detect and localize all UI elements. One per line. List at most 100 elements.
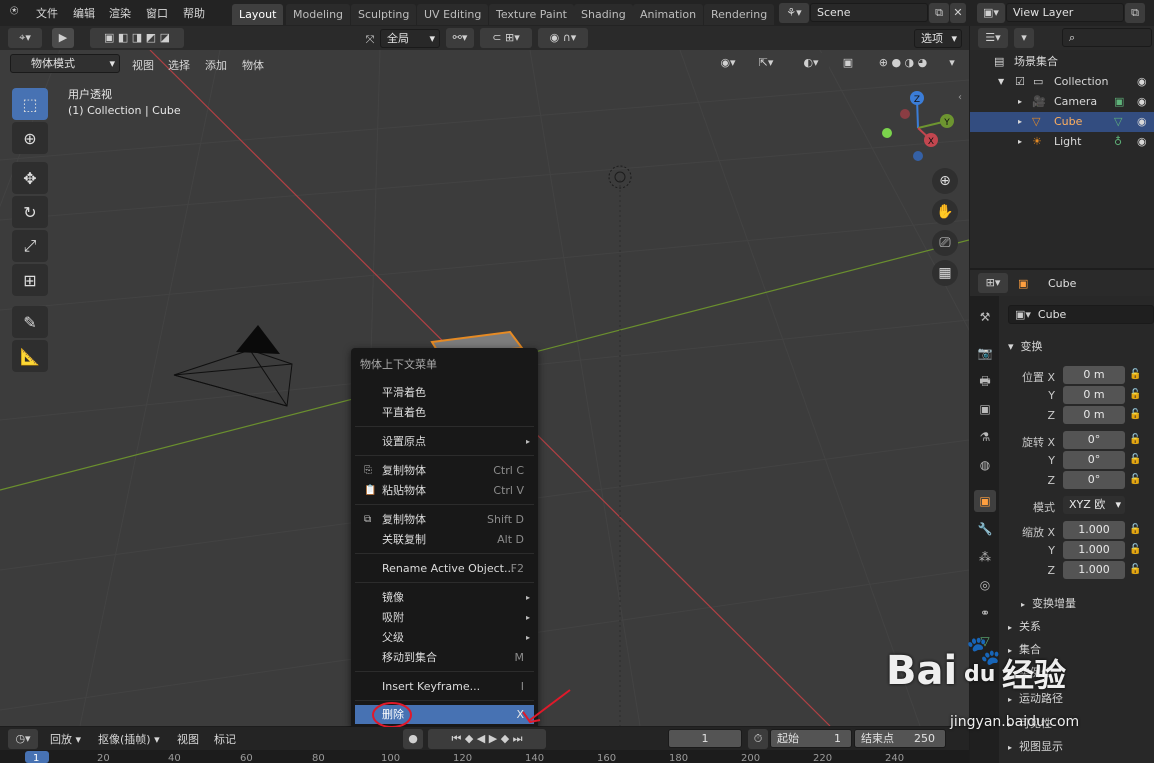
shading-mode-icons[interactable]: ⊕ ● ◑ ◕ <box>863 53 943 73</box>
lock-icon[interactable]: 🔓 <box>1129 434 1141 445</box>
physics-tab-icon[interactable]: ◎ <box>974 574 996 596</box>
view-layer-icon[interactable]: ▣▾ <box>977 3 1005 23</box>
lock-icon[interactable]: 🔓 <box>1129 454 1141 465</box>
marker-menu[interactable]: 标记 <box>214 731 236 747</box>
tab-animation[interactable]: Animation <box>633 4 704 25</box>
menu-add[interactable]: 添加 <box>205 57 227 73</box>
camera-view-icon[interactable]: ⎚ <box>932 230 958 256</box>
timeline-view-menu[interactable]: 视图 <box>177 731 199 747</box>
outliner-cube[interactable]: ▸ ▽ Cube ▽ ◉ <box>970 112 1154 132</box>
outliner-scene-collection[interactable]: ▤ 场景集合 <box>970 52 1154 72</box>
outliner-light[interactable]: ▸ ☀ Light ♁ ◉ <box>970 132 1154 152</box>
menu-item-shade-smooth[interactable]: 平滑着色 <box>355 383 534 402</box>
navigation-gizmo[interactable]: Z Y X <box>878 88 960 168</box>
playback-controls[interactable]: ⏮ ◆ ◀ ▶ ◆ ⏭ <box>428 729 546 749</box>
relations-panel[interactable]: ▸ 关系 <box>1008 618 1041 634</box>
tab-layout[interactable]: Layout <box>232 4 284 25</box>
location-x-field[interactable]: 0 m <box>1063 366 1125 384</box>
select-mode-icons[interactable]: ▣ ◧ ◨ ◩ ◪ <box>90 28 184 48</box>
menu-window[interactable]: 窗口 <box>146 5 168 21</box>
menu-item-mirror[interactable]: 镜像 ▸ <box>355 588 534 607</box>
cursor-tool-icon[interactable]: ⊕ <box>12 122 48 154</box>
gizmo-toggle-icon[interactable]: ⇱▾ <box>748 53 784 73</box>
object-name-field[interactable]: ▣▾ Cube <box>1008 305 1154 324</box>
blender-logo-icon[interactable]: ⍟ <box>10 3 18 19</box>
render-tab-icon[interactable]: 📷 <box>974 342 996 364</box>
menu-view[interactable]: 视图 <box>132 57 154 73</box>
menu-object[interactable]: 物体 <box>242 57 264 73</box>
stopwatch-icon[interactable]: ⏱ <box>748 729 768 749</box>
object-tab-icon[interactable]: ▣ <box>974 490 996 512</box>
world-tab-icon[interactable]: ◍ <box>974 454 996 476</box>
menu-edit[interactable]: 编辑 <box>73 5 95 21</box>
menu-render[interactable]: 渲染 <box>109 5 131 21</box>
proportional-edit-icon[interactable]: ◉ ∩▾ <box>538 28 588 48</box>
tab-shading[interactable]: Shading <box>574 4 633 25</box>
measure-tool-icon[interactable]: 📐 <box>12 340 48 372</box>
outliner-camera[interactable]: ▸ 🎥 Camera ▣ ◉ <box>970 92 1154 112</box>
snap-icon[interactable]: ⊂ ⊞▾ <box>480 28 532 48</box>
rotation-z-field[interactable]: 0° <box>1063 471 1125 489</box>
tab-sculpting[interactable]: Sculpting <box>351 4 417 25</box>
scale-tool-icon[interactable]: ⤢ <box>12 230 48 262</box>
scene-tab-icon[interactable]: ⚗ <box>974 426 996 448</box>
lock-icon[interactable]: 🔓 <box>1129 524 1141 535</box>
menu-item-shade-flat[interactable]: 平直着色 <box>355 403 534 422</box>
menu-item-copy-objects[interactable]: ⎘ 复制物体 Ctrl C <box>355 461 534 480</box>
xray-icon[interactable]: ▣ <box>838 53 858 73</box>
menu-help[interactable]: 帮助 <box>183 5 205 21</box>
properties-type-icon[interactable]: ⊞▾ <box>978 273 1008 293</box>
lock-icon[interactable]: 🔓 <box>1129 409 1141 420</box>
visibility-icon[interactable]: ◉▾ <box>713 53 743 73</box>
menu-item-snap[interactable]: 吸附 ▸ <box>355 608 534 627</box>
shading-options-icon[interactable]: ▾ <box>944 53 960 73</box>
timeline-editor-icon[interactable]: ◷▾ <box>8 729 38 749</box>
move-tool-icon[interactable]: ✥ <box>12 162 48 194</box>
tab-rendering[interactable]: Rendering <box>704 4 775 25</box>
outliner-type-icon[interactable]: ☰▾ <box>978 28 1008 48</box>
outliner-search-input[interactable]: ⌕ <box>1062 28 1152 47</box>
scale-y-field[interactable]: 1.000 <box>1063 541 1125 559</box>
lock-icon[interactable]: 🔓 <box>1129 544 1141 555</box>
options-dropdown[interactable]: 选项 ▾ <box>914 29 962 48</box>
menu-item-duplicate-objects[interactable]: ⧉ 复制物体 Shift D <box>355 510 534 529</box>
menu-item-set-origin[interactable]: 设置原点 ▸ <box>355 432 534 451</box>
rotation-y-field[interactable]: 0° <box>1063 451 1125 469</box>
transform-panel-header[interactable]: ▾ 变换 <box>1008 338 1043 354</box>
filter-icon[interactable]: ▾ <box>1014 28 1034 48</box>
new-view-layer-icon[interactable]: ⧉ <box>1125 3 1145 23</box>
ortho-grid-icon[interactable]: ▦ <box>932 260 958 286</box>
overlay-icon[interactable]: ◐▾ <box>793 53 829 73</box>
location-y-field[interactable]: 0 m <box>1063 386 1125 404</box>
pivot-icon[interactable]: ⚯▾ <box>446 28 474 48</box>
scale-x-field[interactable]: 1.000 <box>1063 521 1125 539</box>
scene-selector-icon[interactable]: ⚘▾ <box>779 3 809 23</box>
frame-ruler[interactable]: 1 20 40 60 80 100 120 140 160 180 200 22… <box>0 750 969 763</box>
mode-dropdown[interactable]: 物体模式 ▾ <box>10 54 120 73</box>
scale-z-field[interactable]: 1.000 <box>1063 561 1125 579</box>
modifier-tab-icon[interactable]: 🔧 <box>974 518 996 540</box>
playback-menu[interactable]: 回放 ▾ <box>50 731 81 747</box>
rotation-x-field[interactable]: 0° <box>1063 431 1125 449</box>
lock-icon[interactable]: 🔓 <box>1129 389 1141 400</box>
transform-tool-icon[interactable]: ⊞ <box>12 264 48 296</box>
delete-scene-icon[interactable]: ✕ <box>950 3 966 23</box>
pan-hand-icon[interactable]: ✋ <box>932 199 958 225</box>
lock-icon[interactable]: 🔓 <box>1129 474 1141 485</box>
tab-uv-editing[interactable]: UV Editing <box>417 4 489 25</box>
rotation-mode-dropdown[interactable]: XYZ 欧 ▾ <box>1063 496 1125 514</box>
tab-modeling[interactable]: Modeling <box>286 4 351 25</box>
particles-tab-icon[interactable]: ⁂ <box>974 546 996 568</box>
menu-item-rename-active[interactable]: Rename Active Object... F2 <box>355 559 534 578</box>
orientation-dropdown[interactable]: 全局 ▾ <box>380 29 440 48</box>
annotate-tool-icon[interactable]: ✎ <box>12 306 48 338</box>
tool-tab-icon[interactable]: ⚒ <box>974 306 996 328</box>
lock-icon[interactable]: 🔓 <box>1129 564 1141 575</box>
editor-type-icon[interactable]: ⌖▾ <box>8 28 42 48</box>
rotate-tool-icon[interactable]: ↻ <box>12 196 48 228</box>
view-layer-tab-icon[interactable]: ▣ <box>974 398 996 420</box>
view-layer-field[interactable]: View Layer <box>1006 3 1124 22</box>
constraints-tab-icon[interactable]: ⚭ <box>974 602 996 624</box>
menu-select[interactable]: 选择 <box>168 57 190 73</box>
start-frame-field[interactable]: 起始 1 <box>770 729 852 748</box>
